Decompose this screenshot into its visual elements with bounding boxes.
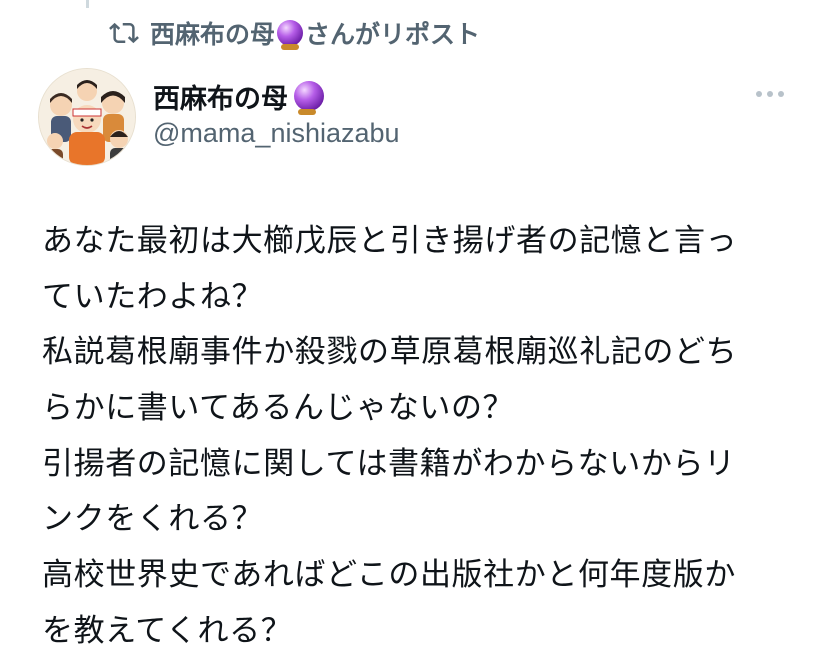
more-options-button[interactable] <box>750 82 790 106</box>
more-dot-icon <box>756 91 762 97</box>
tweet-line: 引揚者の記憶に関しては書籍がわからないからリ <box>42 445 736 482</box>
author-display-name[interactable]: 西麻布の母 <box>153 77 288 116</box>
tweet-line: あなた最初は大櫛戊辰と引き揚げ者の記憶と言っ <box>42 223 738 259</box>
avatar-illustration-icon <box>39 69 135 165</box>
more-dot-icon <box>778 91 784 97</box>
tweet-line: 私説葛根廟事件か殺戮の草原葛根廟巡礼記のどち <box>42 334 738 371</box>
repost-user-name: 西麻布の母 <box>150 20 276 49</box>
author-handle[interactable]: @mama_nishiazabu <box>153 118 400 149</box>
tweet-line: らかに書いてあるんじゃないの？ <box>42 390 515 427</box>
repost-icon <box>108 17 140 49</box>
tweet-line: ていたわよね？ <box>42 278 264 315</box>
tweet-line: 高校世界史であればどこの出版社かと何年度版か <box>42 557 736 594</box>
tweet-text: あなた最初は大櫛戊辰と引き揚げ者の記憶と言っ ていたわよね？ 私説葛根廟事件か殺… <box>42 214 802 660</box>
crystal-ball-icon <box>277 20 304 50</box>
avatar[interactable] <box>38 68 136 166</box>
crystal-ball-icon <box>294 81 324 115</box>
tweet-line: を教えてくれる？ <box>42 612 293 649</box>
author-name-row[interactable]: 西麻布の母 <box>153 76 326 116</box>
thread-connector-line <box>86 0 89 8</box>
more-dot-icon <box>767 91 773 97</box>
tweet-line: ンクをくれる？ <box>42 501 264 538</box>
repost-indicator[interactable]: 西麻布の母 さんがリポスト <box>108 16 480 50</box>
repost-label: さんがリポスト <box>305 20 481 49</box>
